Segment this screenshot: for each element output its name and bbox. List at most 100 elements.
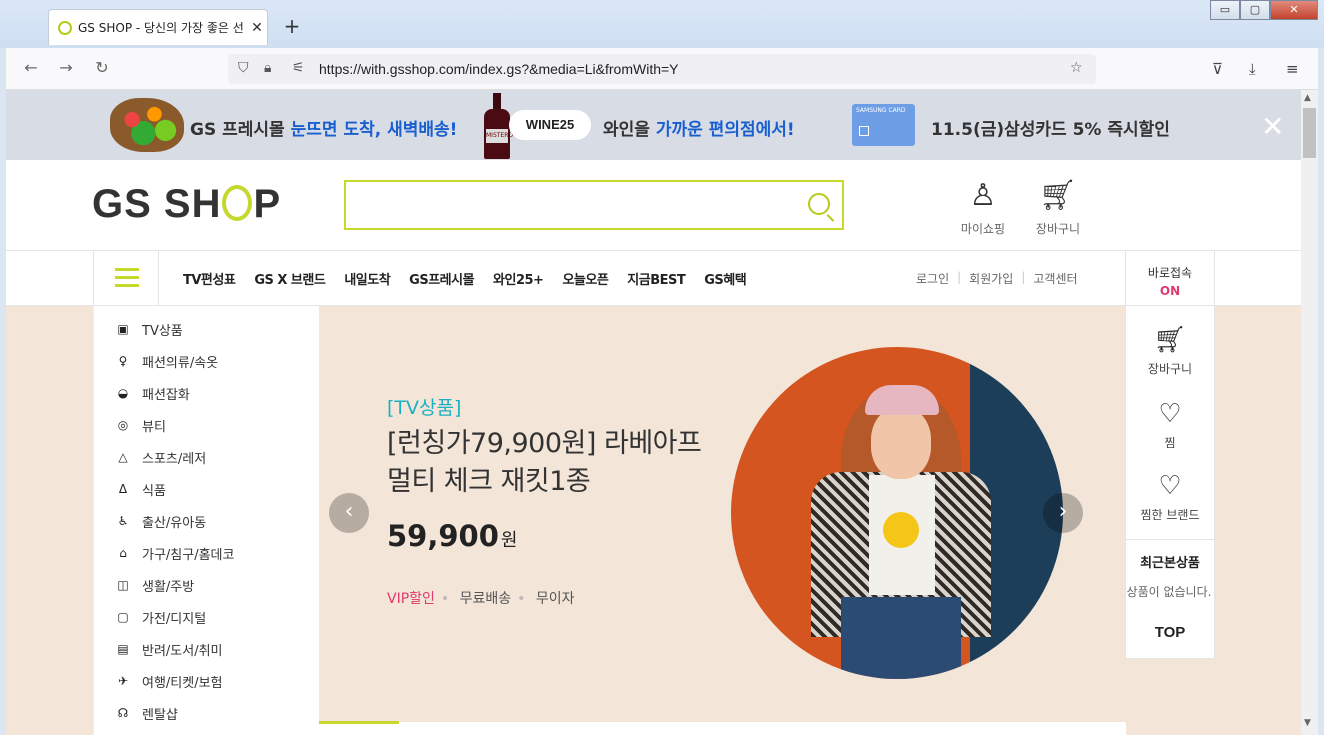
category-item[interactable]: ▢ 가전/디지털 xyxy=(116,606,206,628)
page-scrollbar[interactable]: ▲ ▼ xyxy=(1301,90,1318,735)
menu-icon[interactable]: ≡ xyxy=(1286,60,1299,78)
category-item[interactable]: △ 스포츠/레저 xyxy=(116,446,206,468)
wine-highlight: 가까운 편의점에서! xyxy=(655,120,795,140)
category-item[interactable]: ✈︎ 여행/티켓/보험 xyxy=(116,670,223,692)
promo-close-button[interactable]: ✕ xyxy=(1261,110,1284,143)
nav-item[interactable]: 지금BEST xyxy=(627,269,685,288)
minimize-button[interactable]: ▭ xyxy=(1210,0,1240,20)
web-page: GS 프레시몰 눈뜨면 도착, 새벽배송! MISTERO WINE25 와인을… xyxy=(6,90,1301,735)
reload-button[interactable]: ↻ xyxy=(91,58,113,77)
banner-next-button[interactable]: › xyxy=(1043,493,1083,533)
quick-access-toggle[interactable]: 바로접속 ON xyxy=(1125,251,1215,307)
price-value: 59,900 xyxy=(387,519,499,553)
downloads-icon[interactable]: ⤓ xyxy=(1249,60,1256,78)
fresh-mall-promo[interactable]: GS 프레시몰 눈뜨면 도착, 새벽배송! xyxy=(190,115,457,140)
scrollbar-thumb[interactable] xyxy=(1303,108,1316,158)
cart-button[interactable]: 🛒︎ 장바구니 xyxy=(1028,178,1088,237)
category-item[interactable]: ▣ TV상품 xyxy=(116,318,183,340)
nav-item[interactable]: 와인25+ xyxy=(493,269,544,288)
permissions-icon[interactable]: ⚟ xyxy=(292,60,305,76)
login-link[interactable]: 로그인 xyxy=(916,270,949,287)
vegetables-image xyxy=(110,98,184,152)
beauty-icon: ◎ xyxy=(117,418,129,432)
forward-button[interactable]: → xyxy=(55,58,77,77)
nav-item[interactable]: TV편성표 xyxy=(183,269,236,288)
signup-link[interactable]: 회원가입 xyxy=(969,270,1013,287)
side-cart-button[interactable]: 🛒︎ 장바구니 xyxy=(1126,324,1214,377)
category-item[interactable]: ♿︎ 출산/유아동 xyxy=(116,510,207,532)
gs-shop-logo[interactable]: GS SH P xyxy=(92,182,281,227)
wine-label: MISTERO xyxy=(486,129,513,143)
promo-banner[interactable]: GS 프레시몰 눈뜨면 도착, 새벽배송! MISTERO WINE25 와인을… xyxy=(6,90,1301,160)
cap-image xyxy=(865,385,939,415)
scroll-up-icon[interactable]: ▲ xyxy=(1304,93,1311,103)
category-nav-bar: TV편성표 GS X 브랜드 내일도착 GS프레시몰 와인25+ 오늘오픈 지금… xyxy=(6,250,1301,307)
product-image[interactable] xyxy=(731,347,1063,679)
banner-prev-button[interactable]: ‹ xyxy=(329,493,369,533)
category-label: TV상품 xyxy=(142,323,183,339)
category-item[interactable]: ♀ 패션의류/속옷 xyxy=(116,350,219,372)
recent-empty-text: 상품이 없습니다. xyxy=(1126,585,1212,599)
search-input[interactable] xyxy=(344,180,844,230)
logo-text-left: GS SH xyxy=(92,182,222,226)
top-button[interactable]: TOP xyxy=(1126,624,1214,641)
category-label: 렌탈샵 xyxy=(142,707,178,723)
pocket-icon[interactable]: ⊽ xyxy=(1212,60,1223,78)
window-close-button[interactable]: ✕ xyxy=(1270,0,1318,20)
card-label: SAMSUNG CARD xyxy=(856,107,906,114)
category-item[interactable]: ◎ 뷰티 xyxy=(116,414,166,436)
recent-products: 최근본상품 상품이 없습니다. TOP xyxy=(1126,539,1214,641)
category-label: 식품 xyxy=(142,483,166,499)
wish-brand-button[interactable]: ♡ 찜한 브랜드 xyxy=(1126,470,1214,523)
nav-item[interactable]: GS X 브랜드 xyxy=(254,269,326,288)
quick-access-status: ON xyxy=(1159,284,1181,298)
category-item[interactable]: ☊ 렌탈샵 xyxy=(116,702,178,724)
category-label: 생활/주방 xyxy=(142,579,195,595)
window-controls: ▭ ▢ ✕ xyxy=(1210,0,1318,20)
nav-item[interactable]: 내일도착 xyxy=(344,269,390,288)
category-item[interactable]: ◒ 패션잡화 xyxy=(116,382,190,404)
mypage-button[interactable]: ♙ 마이쇼핑 xyxy=(953,178,1013,237)
wish-button[interactable]: ♡ 찜 xyxy=(1126,398,1214,451)
samsung-card-image: SAMSUNG CARD xyxy=(852,104,915,146)
category-item[interactable]: ◫ 생활/주방 xyxy=(116,574,194,596)
sofa-icon: ⌂ xyxy=(119,546,127,560)
bookmark-star-icon[interactable]: ☆ xyxy=(1070,60,1083,76)
url-bar[interactable]: ⛉ 🔒︎ ⚟ https://with.gsshop.com/index.gs?… xyxy=(228,54,1096,84)
banner-tag: [TV상품] xyxy=(387,397,462,419)
fresh-highlight: 눈뜨면 도착, 새벽배송! xyxy=(290,120,458,140)
wish-label: 찜 xyxy=(1164,436,1176,450)
stroller-icon: ♿︎ xyxy=(117,514,129,528)
url-text[interactable]: https://with.gsshop.com/index.gs?&media=… xyxy=(319,61,679,77)
main-banner[interactable]: [TV상품] [런칭가79,900원] 라베아프 멀티 체크 재킷1종 59,9… xyxy=(319,306,1126,722)
new-tab-button[interactable]: + xyxy=(280,14,304,38)
back-button[interactable]: ← xyxy=(20,58,42,77)
logo-text-right: P xyxy=(253,182,282,226)
category-item[interactable]: ᐃ 식품 xyxy=(116,478,166,500)
banner-title[interactable]: [런칭가79,900원] 라베아프 멀티 체크 재킷1종 xyxy=(387,425,727,501)
scroll-down-icon[interactable]: ▼ xyxy=(1304,718,1311,728)
category-item[interactable]: ⌂ 가구/침구/홈데코 xyxy=(116,542,234,564)
maximize-button[interactable]: ▢ xyxy=(1240,0,1270,20)
browser-tab[interactable]: GS SHOP - 당신의 가장 좋은 선 ✕ xyxy=(48,9,268,45)
category-sidebar: ▣ TV상품 ♀ 패션의류/속옷 ◒ 패션잡화 ◎ 뷰티 △ 스포츠/레저 ᐃ 식품 ♿︎ 출… xyxy=(93,306,319,735)
cart-label: 장바구니 xyxy=(1035,222,1081,236)
wine-promo[interactable]: 와인을 가까운 편의점에서! xyxy=(603,115,795,140)
category-item[interactable]: ▤ 반려/도서/취미 xyxy=(116,638,223,660)
banner-flags: VIP할인 • 무료배송 • 무이자 xyxy=(387,591,575,607)
category-label: 뷰티 xyxy=(142,419,166,435)
shield-icon[interactable]: ⛉ xyxy=(238,60,249,76)
category-label: 반려/도서/취미 xyxy=(142,643,223,659)
smiley-print xyxy=(883,512,919,548)
nav-item[interactable]: GS프레시몰 xyxy=(409,269,474,288)
lock-icon[interactable]: 🔒︎ xyxy=(264,60,271,76)
samsung-promo[interactable]: 11.5(금)삼성카드 5% 즉시할인 xyxy=(931,115,1170,140)
category-label: 패션잡화 xyxy=(142,387,190,403)
nav-item[interactable]: 오늘오픈 xyxy=(562,269,608,288)
all-categories-menu-icon[interactable] xyxy=(93,251,159,306)
support-link[interactable]: 고객센터 xyxy=(1033,270,1077,287)
wish-brand-label: 찜한 브랜드 xyxy=(1140,508,1200,522)
tab-close-button[interactable]: ✕ xyxy=(247,20,267,36)
nav-item[interactable]: GS혜택 xyxy=(704,269,746,288)
search-icon[interactable] xyxy=(808,193,830,215)
